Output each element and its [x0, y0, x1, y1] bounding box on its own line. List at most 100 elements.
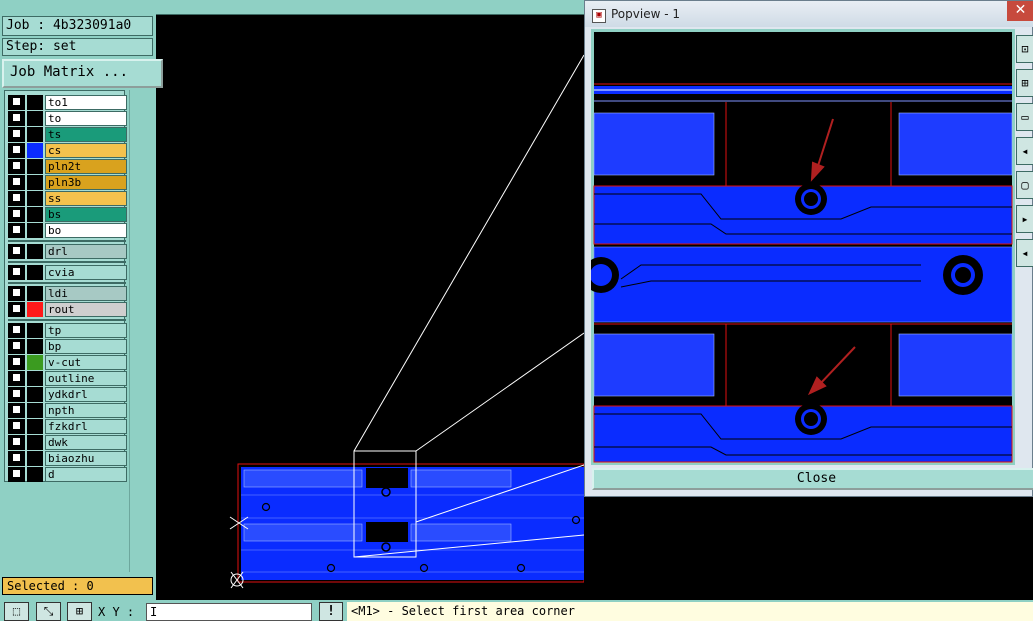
layer-row-v-cut[interactable]: v-cut [8, 355, 127, 370]
window-close-button[interactable]: ✕ [1007, 1, 1033, 21]
layer-row-rout[interactable]: rout [8, 302, 127, 317]
layer-checkbox[interactable] [8, 143, 25, 158]
layer-checkbox[interactable] [8, 371, 25, 386]
layer-row-biaozhu[interactable]: biaozhu [8, 451, 127, 466]
layer-color-swatch[interactable] [27, 95, 43, 110]
layer-color-swatch[interactable] [27, 159, 43, 174]
layer-checkbox[interactable] [8, 403, 25, 418]
pan-left-icon[interactable]: ◂ [1016, 137, 1033, 165]
layer-row-ldi[interactable]: ldi [8, 286, 127, 301]
layer-name[interactable]: bp [45, 339, 127, 354]
layer-checkbox[interactable] [8, 207, 25, 222]
layer-color-swatch[interactable] [27, 371, 43, 386]
layer-name[interactable]: ts [45, 127, 127, 142]
layer-name[interactable]: v-cut [45, 355, 127, 370]
layer-name[interactable]: ydkdrl [45, 387, 127, 402]
layer-checkbox[interactable] [8, 323, 25, 338]
layer-row-cvia[interactable]: cvia [8, 265, 127, 280]
area-select-icon[interactable]: ⬚ [4, 602, 29, 621]
layer-name[interactable]: ldi [45, 286, 127, 301]
layer-list-scrollbar[interactable] [129, 90, 155, 572]
layer-checkbox[interactable] [8, 159, 25, 174]
layer-color-swatch[interactable] [27, 467, 43, 482]
layer-name[interactable]: to [45, 111, 127, 126]
layer-name[interactable]: cs [45, 143, 127, 158]
layer-color-swatch[interactable] [27, 355, 43, 370]
layer-color-swatch[interactable] [27, 143, 43, 158]
grid-icon[interactable]: ⊞ [67, 602, 92, 621]
layer-row-bs[interactable]: bs [8, 207, 127, 222]
layer-name[interactable]: cvia [45, 265, 127, 280]
layer-row-bp[interactable]: bp [8, 339, 127, 354]
graphics-canvas[interactable] [156, 15, 584, 600]
layer-color-swatch[interactable] [27, 191, 43, 206]
layer-row-bo[interactable]: bo [8, 223, 127, 238]
alert-button[interactable]: ! [319, 602, 343, 621]
layer-row-to1[interactable]: to1 [8, 95, 127, 110]
monitor-icon[interactable]: ▭ [1016, 103, 1033, 131]
layer-checkbox[interactable] [8, 355, 25, 370]
popview-canvas[interactable] [591, 29, 1015, 465]
layer-checkbox[interactable] [8, 387, 25, 402]
layer-name[interactable]: dwk [45, 435, 127, 450]
layer-row-cs[interactable]: cs [8, 143, 127, 158]
pan-left-icon[interactable]: ◂ [1016, 239, 1033, 267]
layer-row-drl[interactable]: drl [8, 244, 127, 259]
pan-right-icon[interactable]: ▸ [1016, 205, 1033, 233]
layer-row-tp[interactable]: tp [8, 323, 127, 338]
layer-checkbox[interactable] [8, 286, 25, 301]
layer-checkbox[interactable] [8, 175, 25, 190]
layer-color-swatch[interactable] [27, 286, 43, 301]
layer-checkbox[interactable] [8, 244, 25, 259]
layer-color-swatch[interactable] [27, 403, 43, 418]
close-button[interactable]: Close [592, 468, 1033, 490]
layer-name[interactable]: to1 [45, 95, 127, 110]
layer-name[interactable]: fzkdrl [45, 419, 127, 434]
layer-checkbox[interactable] [8, 451, 25, 466]
layer-checkbox[interactable] [8, 223, 25, 238]
layer-row-npth[interactable]: npth [8, 403, 127, 418]
layer-checkbox[interactable] [8, 339, 25, 354]
layer-name[interactable]: outline [45, 371, 127, 386]
zoom-in-icon[interactable]: ⊞ [1016, 69, 1033, 97]
layer-color-swatch[interactable] [27, 387, 43, 402]
measure-icon[interactable]: ⤡ [36, 602, 61, 621]
layer-color-swatch[interactable] [27, 323, 43, 338]
layer-checkbox[interactable] [8, 127, 25, 142]
layer-color-swatch[interactable] [27, 244, 43, 259]
layer-color-swatch[interactable] [27, 339, 43, 354]
layer-checkbox[interactable] [8, 302, 25, 317]
layer-name[interactable]: bs [45, 207, 127, 222]
layer-row-dwk[interactable]: dwk [8, 435, 127, 450]
layer-name[interactable]: pln3b [45, 175, 127, 190]
layer-checkbox[interactable] [8, 95, 25, 110]
layer-color-swatch[interactable] [27, 435, 43, 450]
layer-checkbox[interactable] [8, 265, 25, 280]
job-matrix-button[interactable]: Job Matrix ... [2, 59, 163, 88]
layer-color-swatch[interactable] [27, 265, 43, 280]
layer-row-pln3b[interactable]: pln3b [8, 175, 127, 190]
layer-row-d[interactable]: d [8, 467, 127, 482]
layer-name[interactable]: bo [45, 223, 127, 238]
layer-checkbox[interactable] [8, 467, 25, 482]
layer-row-outline[interactable]: outline [8, 371, 127, 386]
layer-name[interactable]: tp [45, 323, 127, 338]
layer-name[interactable]: biaozhu [45, 451, 127, 466]
layer-row-ts[interactable]: ts [8, 127, 127, 142]
layer-name[interactable]: drl [45, 244, 127, 259]
layer-name[interactable]: rout [45, 302, 127, 317]
layer-name[interactable]: pln2t [45, 159, 127, 174]
layer-name[interactable]: ss [45, 191, 127, 206]
zoom-icon[interactable]: ⊡ [1016, 35, 1033, 63]
layer-name[interactable]: d [45, 467, 127, 482]
layer-color-swatch[interactable] [27, 111, 43, 126]
layer-row-ydkdrl[interactable]: ydkdrl [8, 387, 127, 402]
frame-icon[interactable]: ▢ [1016, 171, 1033, 199]
layer-row-ss[interactable]: ss [8, 191, 127, 206]
layer-color-swatch[interactable] [27, 451, 43, 466]
layer-color-swatch[interactable] [27, 127, 43, 142]
layer-color-swatch[interactable] [27, 207, 43, 222]
layer-color-swatch[interactable] [27, 223, 43, 238]
layer-name[interactable]: npth [45, 403, 127, 418]
layer-checkbox[interactable] [8, 419, 25, 434]
